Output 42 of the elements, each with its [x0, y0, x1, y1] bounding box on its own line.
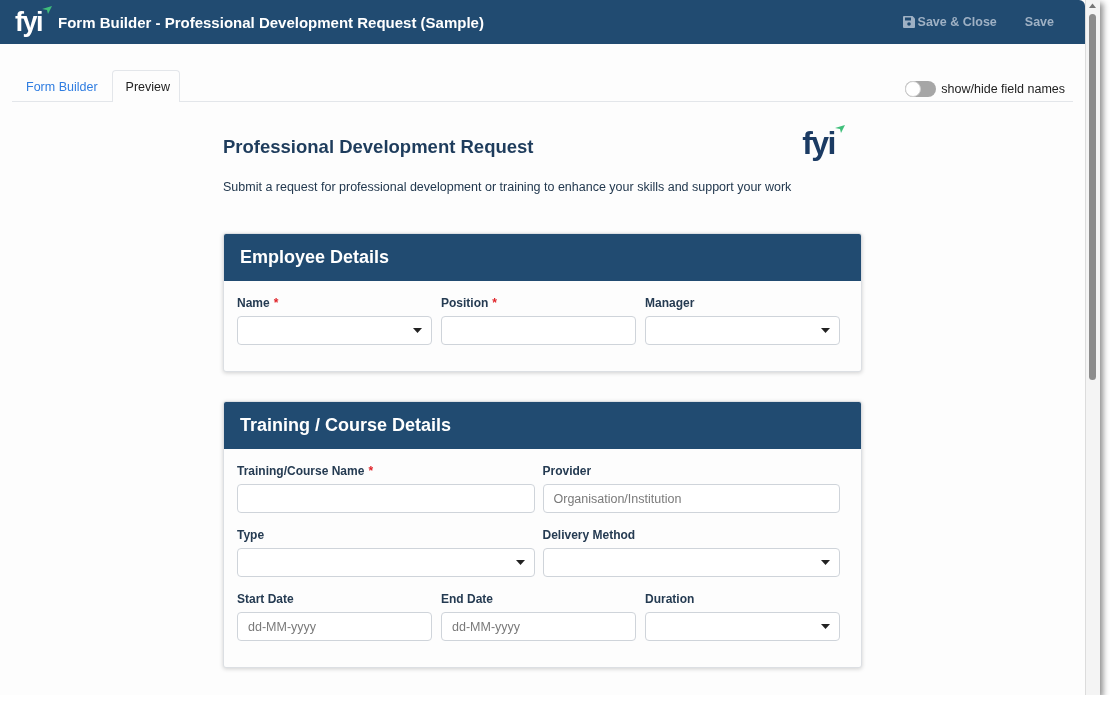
required-mark: * — [492, 296, 497, 310]
toggle-switch[interactable] — [905, 81, 937, 97]
caret-icon — [821, 624, 830, 629]
required-mark: * — [368, 464, 374, 478]
tab[interactable]: Form Builder — [12, 70, 112, 102]
field-label: Duration — [645, 592, 695, 606]
dropdown-field[interactable] — [542, 548, 840, 577]
field-label: Provider — [542, 464, 592, 478]
field-label: Position — [441, 296, 489, 310]
date-field[interactable]: dd-MM-yyyy — [237, 612, 432, 641]
dropdown-field[interactable] — [645, 316, 840, 345]
toggle-label: show/hide field names — [941, 82, 1065, 96]
dropdown-field[interactable] — [645, 612, 840, 641]
caret-icon — [821, 328, 830, 333]
dropdown-field[interactable] — [237, 548, 535, 577]
caret-icon — [413, 328, 422, 333]
section-title: Training / Course Details — [240, 415, 452, 436]
form-description: Submit a request for professional development or training to enhance your skills and support your work — [223, 179, 793, 196]
tab[interactable]: Preview — [111, 70, 180, 102]
required-mark: * — [273, 296, 279, 310]
field-label: End Date — [441, 592, 493, 606]
form-title: Professional Development Request — [223, 135, 534, 159]
dropdown-field[interactable] — [237, 316, 432, 345]
scrollbar[interactable] — [1085, 0, 1100, 695]
field-label: Manager — [645, 296, 695, 310]
arrow-icon — [42, 6, 52, 14]
caret-icon — [515, 560, 525, 565]
caret-icon — [821, 560, 830, 565]
text-field[interactable] — [441, 316, 636, 345]
field-label: Start Date — [237, 592, 294, 606]
text-field[interactable] — [237, 484, 535, 513]
text-field[interactable]: Organisation/Institution — [542, 484, 840, 513]
window-title: Form Builder - Professional Development Request (Sample) — [58, 13, 484, 31]
field-label: Delivery Method — [542, 528, 636, 542]
logo: fyi — [802, 127, 835, 159]
field-label: Type — [237, 528, 265, 542]
date-field[interactable]: dd-MM-yyyy — [441, 612, 636, 641]
section-title: Employee Details — [240, 247, 390, 268]
field-label: Training/Course Name — [237, 464, 365, 478]
field-label: Name — [237, 296, 270, 310]
logo: fyi — [15, 9, 42, 35]
arrow-icon — [835, 125, 845, 133]
